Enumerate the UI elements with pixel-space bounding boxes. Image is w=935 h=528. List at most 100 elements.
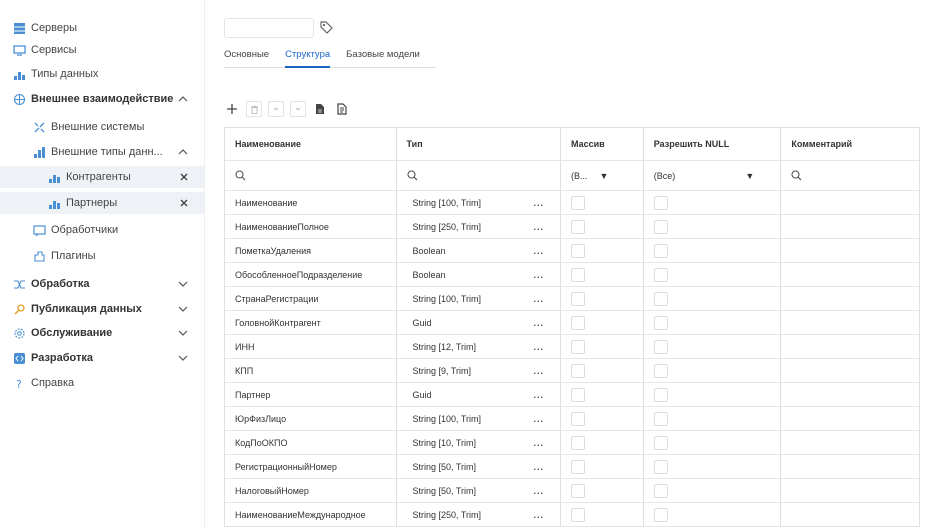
array-checkbox[interactable]	[571, 363, 586, 378]
array-checkbox[interactable]	[571, 267, 586, 282]
document-icon[interactable]	[312, 101, 328, 117]
sidebar-item[interactable]: Серверы	[0, 17, 204, 39]
array-checkbox[interactable]	[571, 435, 586, 450]
cell-name[interactable]: ИНН	[225, 335, 397, 358]
cell-allow-null[interactable]	[644, 359, 782, 382]
sidebar-item[interactable]: Партнеры	[0, 192, 204, 214]
cell-allow-null[interactable]	[644, 479, 782, 502]
array-filter-select[interactable]: (В... ▼	[561, 161, 644, 190]
cell-type[interactable]: Boolean...	[397, 263, 562, 286]
cell-allow-null[interactable]	[644, 311, 782, 334]
column-header-type[interactable]: Тип	[397, 128, 562, 160]
cell-name[interactable]: СтранаРегистрации	[225, 287, 397, 310]
allow-null-checkbox[interactable]	[653, 435, 668, 450]
sidebar-item[interactable]: ? Справка	[0, 372, 204, 394]
table-row[interactable]: КодПоОКПО String [10, Trim]...	[225, 431, 919, 455]
chevron-down-icon[interactable]	[178, 303, 188, 315]
cell-array[interactable]	[561, 191, 644, 214]
cell-type[interactable]: String [50, Trim]...	[397, 479, 562, 502]
table-row[interactable]: ГоловнойКонтрагент Guid...	[225, 311, 919, 335]
cell-allow-null[interactable]	[644, 335, 782, 358]
name-input[interactable]	[224, 18, 314, 38]
add-icon[interactable]	[224, 101, 240, 117]
sidebar-item[interactable]: Разработка	[0, 347, 204, 369]
comment-filter[interactable]	[781, 161, 919, 190]
chevron-down-icon[interactable]	[178, 352, 188, 364]
array-checkbox[interactable]	[571, 291, 586, 306]
array-checkbox[interactable]	[571, 411, 586, 426]
cell-name[interactable]: НаименованиеМеждународное	[225, 503, 397, 526]
array-checkbox[interactable]	[571, 219, 586, 234]
sidebar-item[interactable]: Типы данных	[0, 63, 204, 85]
cell-array[interactable]	[561, 215, 644, 238]
cell-name[interactable]: РегистрационныйНомер	[225, 455, 397, 478]
allow-null-checkbox[interactable]	[653, 267, 668, 282]
sidebar-item[interactable]: Публикация данных	[0, 298, 204, 320]
table-row[interactable]: КПП String [9, Trim]...	[225, 359, 919, 383]
allow-null-checkbox[interactable]	[653, 483, 668, 498]
table-row[interactable]: ЮрФизЛицо String [100, Trim]...	[225, 407, 919, 431]
cell-type[interactable]: String [50, Trim]...	[397, 455, 562, 478]
column-header-comment[interactable]: Комментарий	[781, 128, 919, 160]
cell-name[interactable]: Наименование	[225, 191, 397, 214]
more-button[interactable]: ...	[534, 414, 545, 424]
cell-comment[interactable]	[781, 335, 919, 358]
more-button[interactable]: ...	[534, 198, 545, 208]
cell-array[interactable]	[561, 263, 644, 286]
more-button[interactable]: ...	[534, 510, 545, 520]
sidebar-item[interactable]: Внешнее взаимодействие	[0, 88, 204, 110]
tab[interactable]: Структура	[285, 46, 331, 68]
more-button[interactable]: ...	[534, 366, 545, 376]
cell-type[interactable]: String [100, Trim]...	[397, 407, 562, 430]
sidebar-item[interactable]: Обслуживание	[0, 322, 204, 344]
allow-null-checkbox[interactable]	[653, 243, 668, 258]
tab[interactable]: Основные	[224, 46, 269, 67]
sidebar-item[interactable]: Сервисы	[0, 39, 204, 61]
move-up-icon[interactable]	[268, 101, 284, 117]
array-checkbox[interactable]	[571, 483, 586, 498]
cell-comment[interactable]	[781, 407, 919, 430]
cell-array[interactable]	[561, 503, 644, 526]
cell-name[interactable]: ГоловнойКонтрагент	[225, 311, 397, 334]
chevron-up-icon[interactable]	[178, 146, 188, 158]
more-button[interactable]: ...	[534, 390, 545, 400]
table-row[interactable]: НалоговыйНомер String [50, Trim]...	[225, 479, 919, 503]
cell-comment[interactable]	[781, 455, 919, 478]
allow-null-checkbox[interactable]	[653, 291, 668, 306]
cell-array[interactable]	[561, 455, 644, 478]
cell-name[interactable]: НалоговыйНомер	[225, 479, 397, 502]
table-row[interactable]: ОбособленноеПодразделение Boolean...	[225, 263, 919, 287]
cell-array[interactable]	[561, 407, 644, 430]
table-row[interactable]: РегистрационныйНомер String [50, Trim]..…	[225, 455, 919, 479]
cell-name[interactable]: КодПоОКПО	[225, 431, 397, 454]
cell-allow-null[interactable]	[644, 215, 782, 238]
column-header-name[interactable]: Наименование	[225, 128, 397, 160]
column-header-allow-null[interactable]: Разрешить NULL	[644, 128, 782, 160]
cell-comment[interactable]	[781, 311, 919, 334]
array-checkbox[interactable]	[571, 243, 586, 258]
array-checkbox[interactable]	[571, 315, 586, 330]
tag-icon[interactable]	[318, 19, 334, 35]
sidebar-item[interactable]: Обработка	[0, 273, 204, 295]
array-checkbox[interactable]	[571, 459, 586, 474]
cell-comment[interactable]	[781, 431, 919, 454]
cell-comment[interactable]	[781, 287, 919, 310]
cell-array[interactable]	[561, 335, 644, 358]
array-checkbox[interactable]	[571, 507, 586, 522]
allow-null-checkbox[interactable]	[653, 363, 668, 378]
array-checkbox[interactable]	[571, 387, 586, 402]
cell-name[interactable]: НаименованиеПолное	[225, 215, 397, 238]
allow-null-checkbox[interactable]	[653, 411, 668, 426]
type-filter[interactable]	[397, 161, 562, 190]
sidebar-item[interactable]: Внешние типы данн...	[0, 141, 204, 163]
cell-type[interactable]: String [100, Trim]...	[397, 191, 562, 214]
chevron-down-icon[interactable]	[178, 278, 188, 290]
more-button[interactable]: ...	[534, 438, 545, 448]
cell-comment[interactable]	[781, 263, 919, 286]
cell-comment[interactable]	[781, 239, 919, 262]
delete-icon[interactable]	[246, 101, 262, 117]
move-down-icon[interactable]	[290, 101, 306, 117]
cell-allow-null[interactable]	[644, 239, 782, 262]
cell-type[interactable]: String [9, Trim]...	[397, 359, 562, 382]
cell-array[interactable]	[561, 287, 644, 310]
